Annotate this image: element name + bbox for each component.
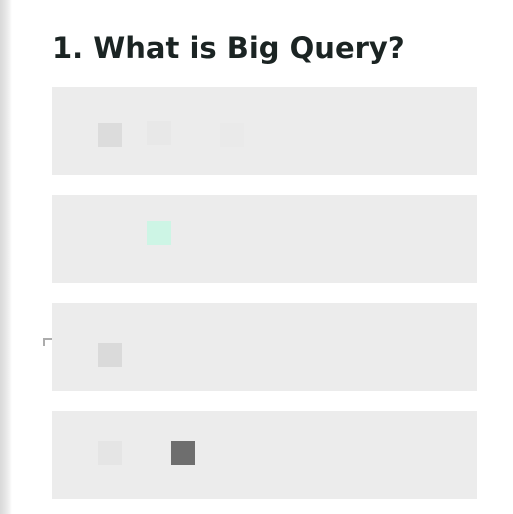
answer-option-2-glyph-1 — [147, 221, 171, 245]
answer-option-4-glyph-1 — [98, 441, 122, 465]
question-title: 1. What is Big Query? — [52, 31, 405, 65]
answer-option-3[interactable] — [52, 303, 477, 391]
answer-option-1-glyph-1 — [98, 123, 122, 147]
answer-option-1-glyph-2 — [147, 121, 171, 145]
left-divider — [0, 0, 12, 514]
answer-option-1[interactable] — [52, 87, 477, 175]
pointer-cursor-icon — [43, 338, 52, 346]
answer-option-1-glyph-3 — [220, 123, 244, 147]
answer-option-4[interactable] — [52, 411, 477, 499]
answer-option-3-glyph-1 — [98, 343, 122, 367]
answer-option-2[interactable] — [52, 195, 477, 283]
answer-option-4-glyph-2 — [171, 441, 195, 465]
